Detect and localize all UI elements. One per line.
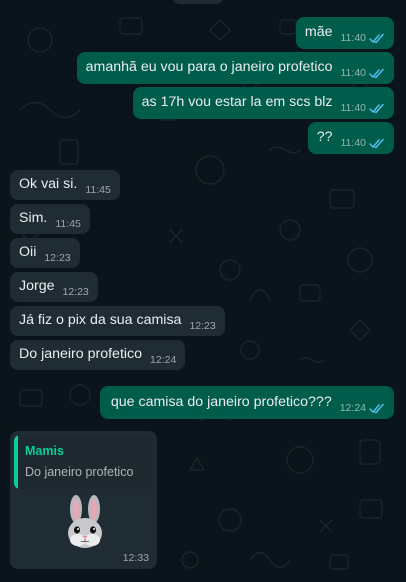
message-time: 11:40 — [340, 102, 367, 114]
reply-sticker-message[interactable]: Mamis Do janeiro profetico 12:33 — [10, 431, 157, 569]
message-time: 11:45 — [85, 184, 111, 196]
message-time: 12:23 — [189, 320, 216, 332]
chat-area[interactable]: mãe 11:40 amanhã eu vou para o janeiro pr… — [0, 0, 406, 582]
outgoing-message[interactable]: as 17h vou estar la em scs blz 11:40 — [132, 87, 394, 119]
rabbit-sticker-icon[interactable] — [60, 495, 110, 551]
message-meta: 11:40 — [341, 67, 386, 79]
message-time: 12:24 — [339, 402, 366, 414]
message-text: Sim. — [19, 210, 48, 226]
outgoing-message[interactable]: ?? 11:40 — [307, 122, 394, 154]
outgoing-message[interactable]: mãe 11:40 — [295, 17, 394, 49]
double-check-icon — [369, 138, 385, 149]
incoming-message[interactable]: Oii 12:23 — [10, 238, 80, 268]
message-text: Já fiz o pix da sua camisa — [19, 312, 182, 328]
incoming-message[interactable]: Ok vai si. 11:45 — [10, 170, 120, 200]
quoted-message[interactable]: Mamis Do janeiro profetico — [14, 435, 153, 489]
message-time: 12:23 — [44, 252, 71, 264]
message-meta: 11:40 — [341, 137, 386, 149]
previous-message-bubble — [172, 0, 224, 4]
message-time: 12:23 — [62, 286, 89, 298]
outgoing-message[interactable]: que camisa do janeiro profetico??? 12:24 — [99, 386, 394, 419]
message-time: 11:40 — [340, 32, 367, 44]
message-text: Ok vai si. — [19, 176, 78, 192]
quote-accent-bar — [14, 435, 18, 489]
double-check-icon — [369, 33, 385, 44]
message-text: as 17h vou estar la em scs blz — [141, 94, 333, 110]
message-time: 11:40 — [340, 67, 367, 79]
message-time: 11:40 — [340, 137, 367, 149]
double-check-icon — [369, 103, 385, 114]
message-time: 12:24 — [150, 354, 177, 366]
message-meta: 12:24 — [340, 402, 385, 414]
message-text: que camisa do janeiro profetico??? — [110, 394, 332, 410]
double-check-icon — [369, 68, 385, 79]
message-text: Oii — [19, 244, 37, 260]
message-time: 12:33 — [122, 552, 149, 564]
incoming-message[interactable]: Sim. 11:45 — [10, 204, 90, 234]
incoming-message[interactable]: Jorge 12:23 — [10, 272, 98, 302]
message-text: ?? — [316, 129, 333, 145]
message-text: mãe — [304, 24, 333, 40]
double-check-icon — [369, 403, 385, 414]
outgoing-message[interactable]: amanhã eu vou para o janeiro profetico 11… — [76, 52, 394, 84]
incoming-message[interactable]: Do janeiro profetico 12:24 — [10, 340, 186, 370]
message-text: Jorge — [19, 278, 55, 294]
incoming-message[interactable]: Já fiz o pix da sua camisa 12:23 — [10, 306, 225, 336]
message-text: Do janeiro profetico — [19, 346, 143, 362]
quote-author: Mamis — [25, 444, 64, 458]
message-meta: 11:40 — [341, 32, 386, 44]
message-time: 11:45 — [55, 218, 81, 230]
message-text: amanhã eu vou para o janeiro profetico — [85, 59, 333, 75]
quote-text: Do janeiro profetico — [25, 465, 134, 479]
message-meta: 11:40 — [341, 102, 386, 114]
